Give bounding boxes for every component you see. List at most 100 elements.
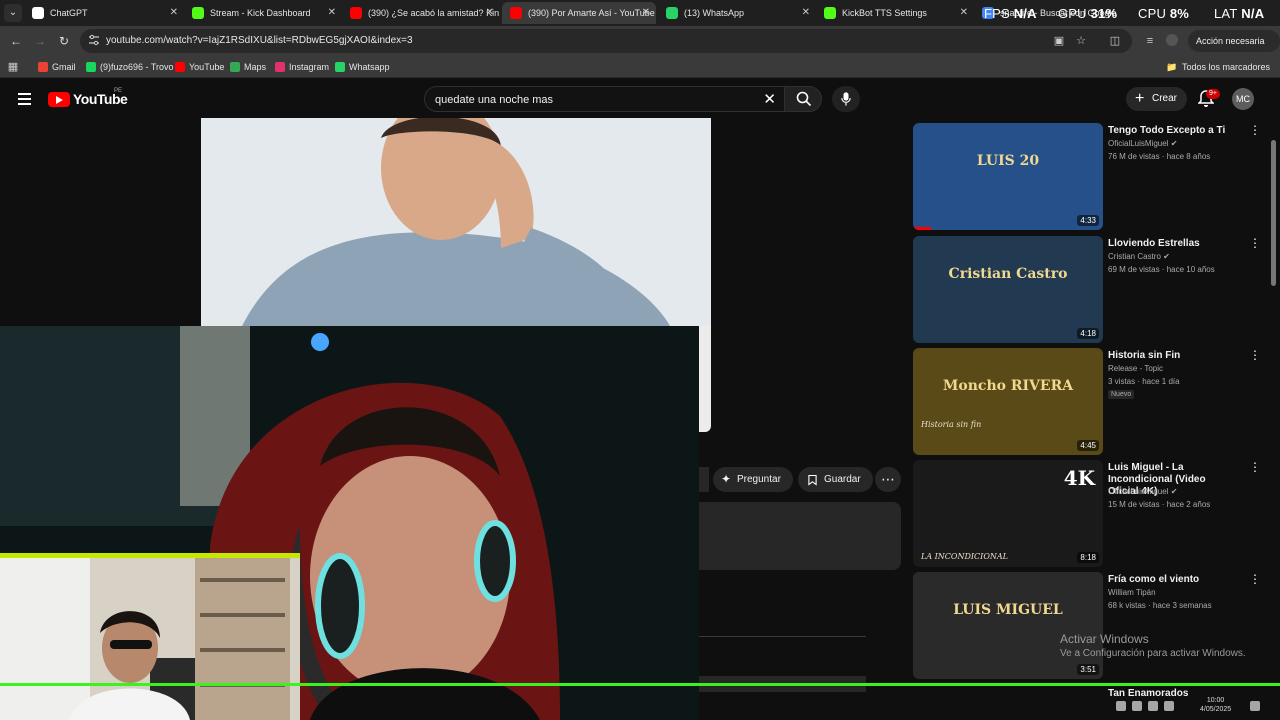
clear-search-icon[interactable]: ✕ (763, 90, 776, 108)
bookmark-favicon-icon (38, 62, 48, 72)
video-thumbnail[interactable]: Moncho RIVERA Historia sin fin 4:45 (913, 348, 1103, 455)
back-icon[interactable]: ← (8, 33, 24, 49)
bookmark-favicon-icon (86, 62, 96, 72)
close-tab-icon[interactable]: ✕ (170, 2, 178, 24)
gpu-readout: GPU 31% (1058, 6, 1118, 21)
search-input[interactable]: quedate una noche mas ✕ (424, 86, 784, 112)
tab-favicon-icon (510, 7, 522, 19)
close-tab-icon[interactable]: ✕ (486, 2, 494, 24)
action-required-button[interactable]: Acción necesaria ⋮ (1188, 30, 1280, 68)
fps-readout: FPS N/A (984, 6, 1037, 21)
channel-name[interactable]: Release - Topic (1108, 364, 1163, 373)
more-options-icon[interactable]: ⋮ (1249, 124, 1261, 136)
tray-mic-icon[interactable] (1132, 701, 1142, 711)
site-info-icon[interactable] (88, 34, 100, 46)
bookmark-item[interactable]: YouTube (175, 59, 224, 75)
bookmark-star-icon[interactable]: ☆ (1074, 34, 1088, 48)
menu-icon[interactable] (18, 93, 31, 105)
channel-name-text: William Tipán (1108, 588, 1156, 597)
tab-favicon-icon (350, 7, 362, 19)
folder-icon: 📁 (1165, 62, 1178, 72)
address-bar[interactable]: youtube.com/watch?v=IajZ1RSdIXU&list=RDb… (80, 29, 1132, 53)
main-video-player[interactable] (201, 118, 711, 328)
tab-title: (13) WhatsApp (684, 8, 745, 18)
video-thumbnail[interactable]: LUIS MIGUEL 3:51 (913, 572, 1103, 679)
save-button[interactable]: Guardar (798, 467, 873, 492)
create-button[interactable]: Crear (1126, 87, 1188, 111)
bookmark-item[interactable]: Gmail (38, 59, 76, 75)
video-thumbnail[interactable]: Cristian Castro 4:18 (913, 236, 1103, 343)
recommendation-item[interactable]: LUIS 20 4:33 Tengo Todo Excepto a Ti Oficia… (913, 123, 1261, 231)
recommendation-title[interactable]: Historia sin Fin (1108, 350, 1238, 362)
more-options-icon[interactable]: ⋮ (1249, 237, 1261, 249)
thumbnail-text: LUIS MIGUEL (953, 602, 1063, 618)
channel-name[interactable]: Cristian Castro ✔ (1108, 252, 1170, 261)
browser-tab[interactable]: KickBot TTS Settings ✕ (816, 2, 974, 24)
recommendation-item[interactable]: Cristian Castro 4:18 Lloviendo Estrellas Cr… (913, 236, 1261, 344)
page-scrollbar[interactable] (1271, 140, 1276, 286)
more-options-icon[interactable]: ⋮ (1249, 461, 1261, 473)
account-avatar[interactable]: MC (1232, 88, 1254, 110)
video-thumbnail[interactable]: 4K LA INCONDICIONAL 8:18 (913, 460, 1103, 567)
more-actions-icon[interactable]: ⋯ (875, 467, 901, 492)
description-box[interactable] (699, 502, 901, 570)
recommendation-item[interactable]: LUIS MIGUEL 3:51 Fría como el viento Willia… (913, 572, 1261, 680)
browser-tab[interactable]: ChatGPT ✕ (24, 2, 184, 24)
voice-search-button[interactable] (832, 86, 860, 112)
video-thumbnail[interactable]: LUIS 20 4:33 (913, 123, 1103, 230)
browser-tab[interactable]: (390) ¿Se acabó la amistad? Kin ✕ (342, 2, 500, 24)
close-tab-icon[interactable]: ✕ (328, 2, 336, 24)
youtube-logo-icon[interactable] (48, 92, 70, 107)
channel-name[interactable]: OficialLuisMiguel ✔ (1108, 487, 1177, 496)
browser-tab[interactable]: (13) WhatsApp ✕ (658, 2, 816, 24)
video-duration: 4:33 (1077, 215, 1099, 226)
recommendation-title[interactable]: Fría como el viento (1108, 574, 1238, 586)
watch-progress-bar (913, 227, 931, 230)
close-tab-icon[interactable]: ✕ (802, 2, 810, 24)
close-tab-icon[interactable]: ✕ (960, 2, 968, 24)
tray-display-icon[interactable] (1164, 701, 1174, 711)
extensions-icon[interactable]: ◫ (1108, 34, 1122, 48)
tray-network-icon[interactable] (1148, 701, 1158, 711)
recommendation-title[interactable]: Tengo Todo Excepto a Ti (1108, 125, 1238, 137)
screen: ⌄ ChatGPT ✕ Stream - Kick Dashboard ✕ (390) … (0, 0, 1280, 720)
tab-favicon-icon (32, 7, 44, 19)
youtube-header: YouTube PE quedate una noche mas ✕ Crear… (0, 80, 1280, 118)
tab-search-button[interactable]: ⌄ (4, 4, 22, 22)
channel-name[interactable]: OficialLuisMiguel ✔ (1108, 139, 1177, 148)
bookmark-label: Instagram (289, 62, 330, 72)
all-bookmarks-link[interactable]: 📁 Todos los marcadores (1166, 59, 1270, 75)
close-tab-icon[interactable]: ✕ (642, 2, 650, 24)
browser-tab[interactable]: Stream - Kick Dashboard ✕ (184, 2, 342, 24)
bookmark-item[interactable]: Instagram (275, 59, 329, 75)
tab-title: (390) Por Amarte Así - YouTube (528, 8, 655, 18)
tray-settings-icon[interactable] (1250, 701, 1260, 711)
bookmark-item[interactable]: (9)fuzo696 - Trovo (86, 59, 174, 75)
recommendation-item[interactable]: 4K LA INCONDICIONAL 8:18 Luis Miguel - La I… (913, 460, 1261, 568)
system-clock[interactable]: 10:00 4/05/2025 (1200, 696, 1231, 714)
video-meta: 15 M de vistas · hace 2 años (1108, 500, 1211, 509)
tray-arrow-icon[interactable] (1116, 701, 1126, 711)
tab-title: ChatGPT (50, 8, 88, 18)
ask-button[interactable]: ✦ Preguntar (713, 467, 793, 492)
bookmark-favicon-icon (230, 62, 240, 72)
verified-check-icon: ✔ (1160, 252, 1170, 261)
channel-name[interactable]: William Tipán (1108, 588, 1156, 597)
bookmark-item[interactable]: Whatsapp (335, 59, 390, 75)
search-button[interactable] (784, 86, 822, 112)
more-options-icon[interactable]: ⋮ (1249, 349, 1261, 361)
new-badge: Nuevo (1108, 390, 1135, 399)
profile-icon[interactable] (1166, 34, 1178, 46)
more-options-icon[interactable]: ⋮ (1249, 573, 1261, 585)
browser-tab[interactable]: (390) Por Amarte Así - YouTube ✕ (502, 2, 656, 24)
apps-grid-icon[interactable]: ▦ (6, 60, 20, 74)
recommendation-item[interactable]: Moncho RIVERA Historia sin fin 4:45 Histori… (913, 348, 1261, 456)
recommendation-title[interactable]: Lloviendo Estrellas (1108, 238, 1238, 250)
forward-icon[interactable]: → (32, 33, 48, 49)
bookmark-item[interactable]: Maps (230, 59, 266, 75)
latency-readout: LAT N/A (1214, 6, 1265, 21)
media-controls-icon[interactable]: ≡ (1143, 34, 1157, 48)
country-code: PE (114, 88, 123, 94)
install-app-icon[interactable]: ▣ (1052, 34, 1066, 48)
reload-icon[interactable]: ↻ (56, 33, 72, 49)
